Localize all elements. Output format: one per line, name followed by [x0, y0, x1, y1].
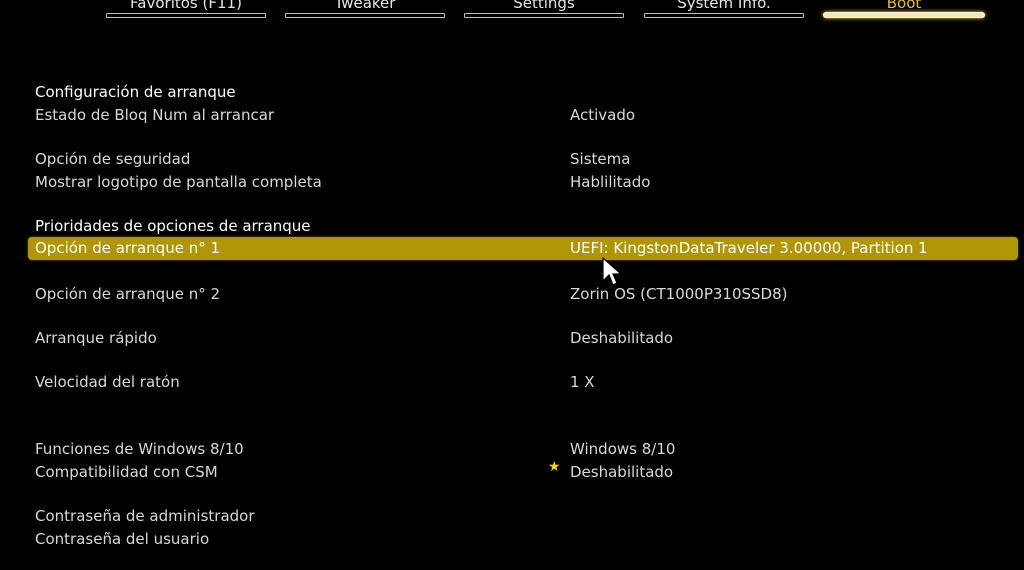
- tab-settings[interactable]: Settings: [464, 0, 624, 18]
- setting-row-fast-boot[interactable]: Arranque rápido Deshabilitado: [28, 327, 1018, 350]
- section-title-boot-priorities: Prioridades de opciones de arranque: [35, 217, 311, 235]
- tab-tweaker-label: Tweaker: [334, 0, 396, 12]
- mouse-speed-label: Velocidad del ratón: [35, 373, 180, 391]
- setting-row-numlock[interactable]: Estado de Bloq Num al arrancar Activado: [28, 104, 1018, 127]
- section-title-boot-config: Configuración de arranque: [35, 83, 236, 101]
- csm-value[interactable]: Deshabilitado: [570, 461, 673, 484]
- admin-password-label: Contraseña de administrador: [35, 507, 255, 525]
- setting-row-boot-option-2[interactable]: Opción de arranque n° 2 Zorin OS (CT1000…: [28, 283, 1018, 306]
- tab-favoritos-underline: [106, 13, 266, 18]
- setting-row-security[interactable]: Opción de seguridad Sistema: [28, 148, 1018, 171]
- setting-row-user-password[interactable]: Contraseña del usuario: [28, 528, 1018, 551]
- tab-favoritos-label: Favoritos (F11): [130, 0, 242, 12]
- csm-label: Compatibilidad con CSM: [35, 463, 218, 481]
- setting-row-boot-option-1[interactable]: Opción de arranque n° 1 UEFI: KingstonDa…: [28, 237, 1018, 260]
- numlock-label: Estado de Bloq Num al arrancar: [35, 106, 275, 124]
- logo-value[interactable]: Hablilitado: [570, 171, 650, 194]
- star-icon: ★: [548, 459, 561, 475]
- setting-row-windows-features[interactable]: Funciones de Windows 8/10 Windows 8/10: [28, 438, 1018, 461]
- tab-system-info-underline: [644, 13, 804, 18]
- tab-boot-label: Boot: [886, 0, 922, 12]
- security-value[interactable]: Sistema: [570, 148, 630, 171]
- mouse-speed-value[interactable]: 1 X: [570, 371, 595, 394]
- tab-boot-underline: [823, 12, 985, 18]
- setting-row-csm[interactable]: Compatibilidad con CSM Deshabilitado: [28, 461, 1018, 484]
- numlock-value[interactable]: Activado: [570, 104, 635, 127]
- tab-settings-label: Settings: [513, 0, 575, 12]
- tab-settings-underline: [464, 13, 624, 18]
- fast-boot-label: Arranque rápido: [35, 329, 157, 347]
- windows-features-value[interactable]: Windows 8/10: [570, 438, 675, 461]
- tab-system-info[interactable]: System Info.: [644, 0, 804, 18]
- tab-system-info-label: System Info.: [677, 0, 771, 12]
- logo-label: Mostrar logotipo de pantalla completa: [35, 173, 322, 191]
- security-label: Opción de seguridad: [35, 150, 191, 168]
- top-tab-bar: Favoritos (F11) Tweaker Settings System …: [0, 0, 1024, 24]
- boot-option-2-label: Opción de arranque n° 2: [35, 285, 221, 303]
- mouse-cursor-icon: [602, 257, 623, 286]
- tab-tweaker[interactable]: Tweaker: [285, 0, 445, 18]
- setting-row-mouse-speed[interactable]: Velocidad del ratón 1 X: [28, 371, 1018, 394]
- user-password-label: Contraseña del usuario: [35, 530, 210, 548]
- tab-boot[interactable]: Boot: [823, 0, 985, 18]
- setting-row-admin-password[interactable]: Contraseña de administrador: [28, 505, 1018, 528]
- tab-favoritos[interactable]: Favoritos (F11): [106, 0, 266, 18]
- windows-features-label: Funciones de Windows 8/10: [35, 440, 244, 458]
- tab-tweaker-underline: [285, 13, 445, 18]
- setting-row-logo[interactable]: Mostrar logotipo de pantalla completa Ha…: [28, 171, 1018, 194]
- fast-boot-value[interactable]: Deshabilitado: [570, 327, 673, 350]
- boot-option-1-label: Opción de arranque n° 1: [35, 239, 221, 257]
